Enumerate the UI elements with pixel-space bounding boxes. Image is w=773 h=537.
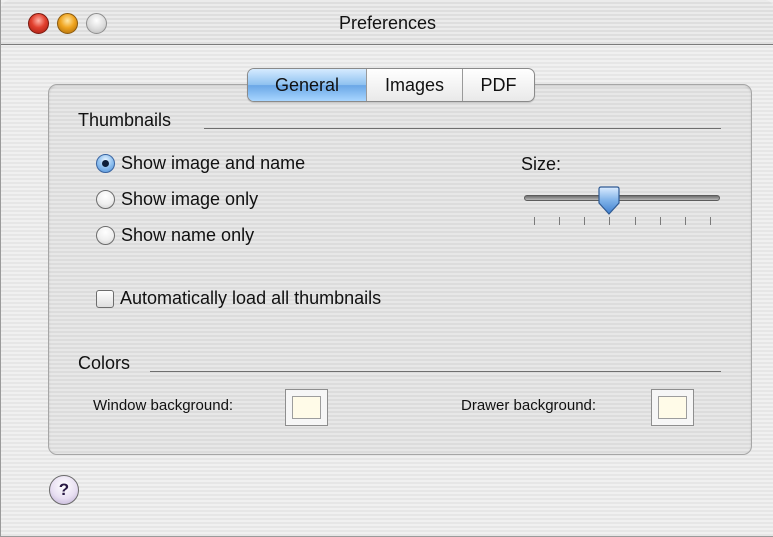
drawer-background-label: Drawer background: xyxy=(461,397,597,414)
radio-label: Show name only xyxy=(121,225,255,245)
slider-tick xyxy=(559,217,561,225)
size-label: Size: xyxy=(521,154,562,174)
help-button[interactable]: ? xyxy=(49,475,79,505)
slider-tick xyxy=(659,217,661,225)
colors-separator xyxy=(150,371,721,372)
drawer-background-swatch xyxy=(658,396,687,419)
slider-tick xyxy=(684,217,686,225)
slider-tick xyxy=(584,217,586,225)
radio-button[interactable] xyxy=(96,190,115,209)
drawer-background-color-well[interactable] xyxy=(651,389,694,426)
tab-images[interactable]: Images xyxy=(367,69,463,101)
radio-button-selected[interactable] xyxy=(96,154,115,173)
window-background-label: Window background: xyxy=(93,397,234,414)
thumbnails-group-label: Thumbnails xyxy=(78,110,172,130)
window-background-color-well[interactable] xyxy=(285,389,328,426)
checkbox-label: Automatically load all thumbnails xyxy=(120,288,382,308)
size-slider-track[interactable] xyxy=(524,195,720,201)
tab-general[interactable]: General xyxy=(248,69,367,101)
window-background-swatch xyxy=(292,396,321,419)
thumbnails-separator xyxy=(204,128,721,129)
slider-tick xyxy=(634,217,636,225)
title-bar[interactable]: Preferences xyxy=(1,0,773,45)
tab-bar: General Images PDF xyxy=(247,68,535,102)
slider-tick xyxy=(710,217,711,225)
colors-group-label: Colors xyxy=(78,353,131,373)
radio-label: Show image and name xyxy=(121,153,306,173)
preferences-window: Preferences General Images PDF Thumbnail… xyxy=(0,0,773,537)
slider-tick xyxy=(534,217,535,225)
radio-button[interactable] xyxy=(96,226,115,245)
slider-tick xyxy=(609,217,611,225)
window-title: Preferences xyxy=(338,13,437,33)
tab-pdf[interactable]: PDF xyxy=(463,69,534,101)
auto-load-thumbnails-checkbox[interactable] xyxy=(96,289,114,308)
radio-show-image-only[interactable]: Show image only xyxy=(96,189,258,210)
radio-show-image-and-name[interactable]: Show image and name xyxy=(96,153,305,174)
size-slider-knob[interactable] xyxy=(597,186,621,216)
radio-show-name-only[interactable]: Show name only xyxy=(96,225,254,246)
radio-label: Show image only xyxy=(121,189,259,209)
auto-load-thumbnails-checkbox-row[interactable]: Automatically load all thumbnails xyxy=(96,288,381,309)
